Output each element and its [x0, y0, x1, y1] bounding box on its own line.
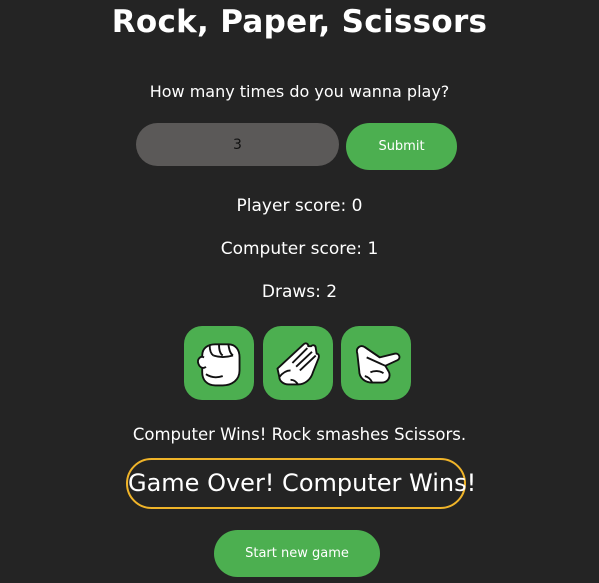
player-score: Player score: 0	[236, 196, 363, 216]
game-page: Rock, Paper, Scissors How many times do …	[0, 0, 599, 583]
rock-hand-icon	[197, 343, 241, 387]
computer-score: Computer score: 1	[220, 239, 379, 259]
scissors-button[interactable]	[341, 326, 411, 400]
paper-button[interactable]	[263, 326, 333, 400]
rounds-prompt: How many times do you wanna play?	[149, 82, 450, 101]
rock-button[interactable]	[184, 326, 254, 400]
paper-hand-icon	[276, 342, 320, 386]
submit-button[interactable]: Submit	[346, 123, 457, 170]
start-new-game-button[interactable]: Start new game	[214, 530, 380, 577]
draws-count: Draws: 2	[261, 282, 338, 302]
scissors-hand-icon	[355, 345, 401, 384]
rounds-input[interactable]	[136, 123, 339, 166]
page-title: Rock, Paper, Scissors	[111, 4, 488, 40]
game-over-banner: Game Over! Computer Wins!	[126, 458, 476, 509]
round-result-message: Computer Wins! Rock smashes Scissors.	[132, 425, 467, 444]
